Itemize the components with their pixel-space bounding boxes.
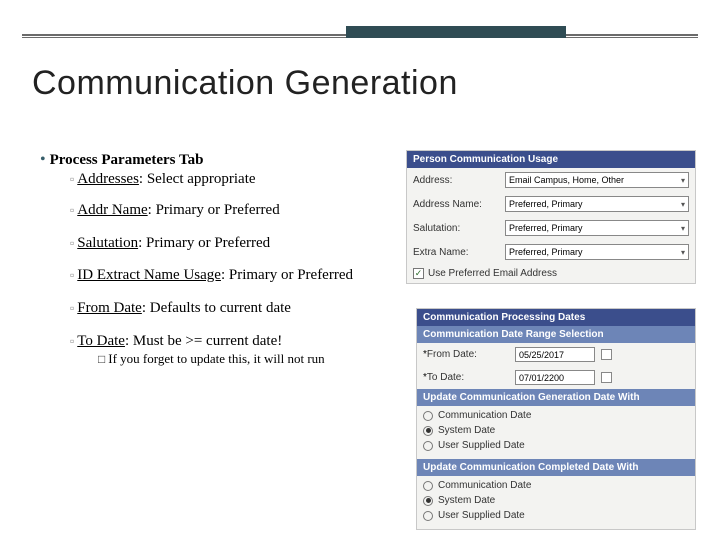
update-gen-header: Update Communication Generation Date Wit… bbox=[417, 389, 695, 406]
checkbox-label: Use Preferred Email Address bbox=[428, 268, 557, 279]
chevron-down-icon: ▾ bbox=[681, 248, 685, 257]
calendar-icon[interactable] bbox=[601, 349, 612, 360]
bullet-from-date: From Date: Defaults to current date bbox=[70, 299, 400, 318]
range-header: Communication Date Range Selection bbox=[417, 326, 695, 343]
bullet-main: Process Parameters Tab Addresses: Select… bbox=[40, 150, 400, 367]
row-salutation: Salutation: Preferred, Primary▾ bbox=[407, 216, 695, 240]
bullet-content: Process Parameters Tab Addresses: Select… bbox=[40, 150, 400, 369]
radio-icon bbox=[423, 441, 433, 451]
input-from-date[interactable]: 05/25/2017 bbox=[515, 347, 595, 362]
radio-gen-comm[interactable]: Communication Date bbox=[423, 408, 689, 423]
radio-icon bbox=[423, 496, 433, 506]
label-extra-name: Extra Name: bbox=[413, 247, 499, 258]
slide-title: Communication Generation bbox=[32, 64, 458, 103]
top-accent-bar bbox=[346, 26, 566, 38]
checkbox-preferred-email[interactable]: ✓ Use Preferred Email Address bbox=[407, 264, 695, 283]
checkbox-icon: ✓ bbox=[413, 268, 424, 279]
row-to-date: To Date: 07/01/2200 bbox=[417, 366, 695, 389]
bullet-main-text: Process Parameters Tab bbox=[50, 152, 204, 168]
label-salutation: Salutation: bbox=[413, 223, 499, 234]
radio-gen-sys[interactable]: System Date bbox=[423, 423, 689, 438]
radio-icon bbox=[423, 511, 433, 521]
calendar-icon[interactable] bbox=[601, 372, 612, 383]
radio-icon bbox=[423, 481, 433, 491]
select-address[interactable]: Email Campus, Home, Other▾ bbox=[505, 172, 689, 188]
panel-usage-header: Person Communication Usage bbox=[407, 151, 695, 168]
select-extra-name[interactable]: Preferred, Primary▾ bbox=[505, 244, 689, 260]
bullet-salutation: Salutation: Primary or Preferred bbox=[70, 234, 400, 253]
bullet-to-date: To Date: Must be >= current date! If you… bbox=[70, 332, 400, 367]
chevron-down-icon: ▾ bbox=[681, 200, 685, 209]
radio-comp-user[interactable]: User Supplied Date bbox=[423, 508, 689, 523]
radio-gen-user[interactable]: User Supplied Date bbox=[423, 438, 689, 453]
row-extra-name: Extra Name: Preferred, Primary▾ bbox=[407, 240, 695, 264]
label-address-name: Address Name: bbox=[413, 199, 499, 210]
label-to-date: To Date: bbox=[423, 372, 509, 383]
panel-dates: Communication Processing Dates Communica… bbox=[416, 308, 696, 530]
label-from-date: From Date: bbox=[423, 349, 509, 360]
bullet-id-extract: ID Extract Name Usage: Primary or Prefer… bbox=[70, 266, 400, 285]
select-salutation[interactable]: Preferred, Primary▾ bbox=[505, 220, 689, 236]
radio-comp-sys[interactable]: System Date bbox=[423, 493, 689, 508]
radios-comp: Communication Date System Date User Supp… bbox=[417, 476, 695, 529]
bullet-note: If you forget to update this, it will no… bbox=[98, 351, 400, 367]
radio-icon bbox=[423, 426, 433, 436]
label-address: Address: bbox=[413, 175, 499, 186]
panel-usage: Person Communication Usage Address: Emai… bbox=[406, 150, 696, 284]
row-address: Address: Email Campus, Home, Other▾ bbox=[407, 168, 695, 192]
row-address-name: Address Name: Preferred, Primary▾ bbox=[407, 192, 695, 216]
chevron-down-icon: ▾ bbox=[681, 224, 685, 233]
chevron-down-icon: ▾ bbox=[681, 176, 685, 185]
update-comp-header: Update Communication Completed Date With bbox=[417, 459, 695, 476]
input-to-date[interactable]: 07/01/2200 bbox=[515, 370, 595, 385]
select-address-name[interactable]: Preferred, Primary▾ bbox=[505, 196, 689, 212]
bullet-addr-name: Addr Name: Primary or Preferred bbox=[70, 201, 400, 220]
radio-icon bbox=[423, 411, 433, 421]
radio-comp-comm[interactable]: Communication Date bbox=[423, 478, 689, 493]
row-from-date: From Date: 05/25/2017 bbox=[417, 343, 695, 366]
bullet-addresses: Addresses: Select appropriate bbox=[70, 170, 400, 189]
radios-gen: Communication Date System Date User Supp… bbox=[417, 406, 695, 459]
panel-dates-header: Communication Processing Dates bbox=[417, 309, 695, 326]
